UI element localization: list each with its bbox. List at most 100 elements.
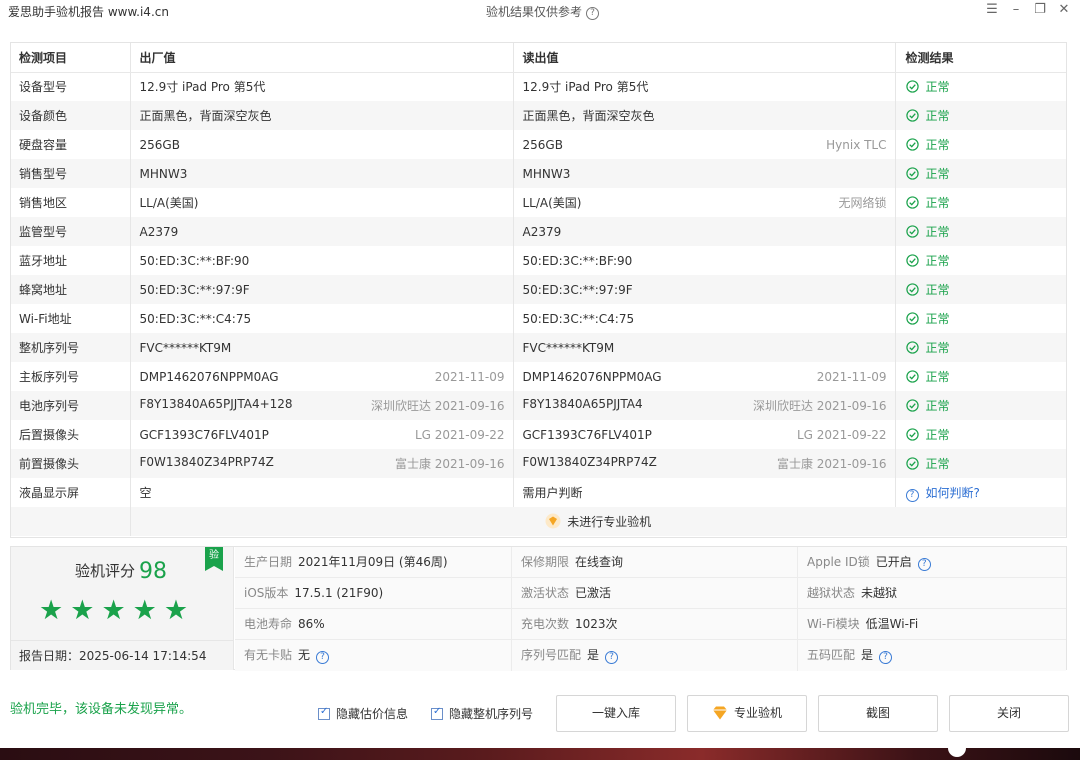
row-read: F0W13840Z34PRP74Z 富士康 2021-09-16	[513, 449, 896, 478]
pro-check-button[interactable]: 专业验机	[687, 695, 807, 732]
help-icon[interactable]: ?	[586, 7, 600, 20]
checkbox-checked-icon[interactable]	[318, 706, 330, 720]
row-read: GCF1393C76FLV401P LG 2021-09-22	[513, 420, 896, 449]
how-to-judge-link[interactable]: 如何判断?	[926, 486, 980, 500]
factory-value: A2379	[139, 224, 179, 239]
minimize-icon[interactable]: –	[1008, 2, 1024, 18]
info-value: 无	[298, 648, 311, 662]
header-item: 检测项目	[11, 43, 131, 73]
result-text: 正常	[925, 254, 950, 268]
read-note: LG 2021-09-22	[796, 427, 887, 442]
read-value: F8Y13840A65PJJTA4	[522, 397, 643, 411]
diamond-icon	[712, 706, 727, 720]
row-result: 正常	[895, 420, 1066, 449]
help-icon[interactable]: ?	[605, 651, 619, 664]
score-value: 98	[139, 559, 168, 584]
check-circle-icon	[905, 399, 919, 412]
read-value: A2379	[522, 224, 562, 239]
summary-panel: 验机评分 98 ★ ★ ★ ★ ★ 验 报告日期：2025-06-14 17:14:54 …	[10, 546, 1067, 671]
read-value: 50:ED:3C:**:BF:90	[522, 253, 633, 268]
factory-value: 空	[139, 486, 152, 500]
score-line: 验机评分 98	[75, 559, 167, 584]
read-value: 256GB	[522, 137, 563, 152]
factory-value: MHNW3	[139, 166, 188, 181]
inventory-button[interactable]: 一键入库	[556, 695, 676, 732]
menu-icon[interactable]: ☰	[984, 2, 1000, 18]
close-icon[interactable]: ✕	[1056, 2, 1072, 18]
row-read: 50:ED:3C:**:97:9F	[513, 275, 896, 304]
row-read: 12.9寸 iPad Pro 第5代	[513, 72, 896, 101]
info-label: 越狱状态	[807, 586, 856, 600]
check-circle-icon	[905, 370, 919, 383]
row-read: 需用户判断	[513, 478, 896, 507]
row-factory: 12.9寸 iPad Pro 第5代	[130, 72, 514, 101]
pro-check-text: 未进行专业验机	[567, 515, 652, 529]
question-icon[interactable]: ?	[905, 488, 919, 502]
row-result: 正常	[895, 275, 1066, 304]
check-circle-icon	[905, 109, 919, 122]
table-row: Wi-Fi地址 50:ED:3C:**:C4:75 50:ED:3C:**:C4…	[11, 304, 1066, 333]
close-button[interactable]: 关闭	[949, 695, 1069, 732]
read-value: 50:ED:3C:**:C4:75	[522, 311, 635, 326]
factory-value: 正面黑色，背面深空灰色	[139, 109, 272, 123]
row-read: A2379	[513, 217, 896, 246]
info-value: 已开启	[875, 555, 912, 569]
help-icon[interactable]: ?	[917, 558, 931, 571]
table-row: 整机序列号 FVC******KT9M FVC******KT9M 正常	[11, 333, 1066, 362]
row-result: 正常	[895, 246, 1066, 275]
row-factory: GCF1393C76FLV401P LG 2021-09-22	[130, 420, 514, 449]
result-text: 正常	[925, 399, 950, 413]
report-date: 报告日期：2025-06-14 17:14:54	[11, 640, 234, 670]
info-value: 是	[861, 648, 874, 662]
result-text: 正常	[925, 109, 950, 123]
factory-value: F0W13840Z34PRP74Z	[139, 455, 274, 469]
row-result: 正常	[895, 130, 1066, 159]
row-factory: 256GB	[130, 130, 514, 159]
help-icon[interactable]: ?	[879, 651, 893, 664]
row-result: 正常	[895, 72, 1066, 101]
info-cell: 激活状态 已激活	[512, 578, 798, 609]
title-bar: 爱思助手验机报告 www.i4.cn 验机结果仅供参考? ☰ – ❐ ✕	[0, 0, 1080, 22]
info-cell: Wi-Fi模块 低温Wi-Fi	[798, 609, 1066, 640]
info-label: 五码匹配	[807, 648, 856, 662]
result-text: 正常	[925, 167, 950, 181]
row-item: 液晶显示屏	[11, 478, 131, 507]
factory-value: F8Y13840A65PJJTA4+128	[139, 397, 293, 411]
hide-serial-checkbox[interactable]: 隐藏整机序列号	[431, 705, 533, 722]
table-row: 监管型号 A2379 A2379 正常	[11, 217, 1066, 246]
info-value: 17.5.1 (21F90)	[294, 586, 384, 600]
row-result: 正常	[895, 188, 1066, 217]
row-item: 设备型号	[11, 72, 131, 101]
help-icon[interactable]: ?	[316, 651, 330, 664]
result-text: 正常	[925, 225, 950, 239]
checkbox-checked-icon[interactable]	[431, 706, 443, 720]
info-value: 已激活	[575, 586, 612, 600]
table-row: 电池序列号 F8Y13840A65PJJTA4+128 深圳欣旺达 2021-09…	[11, 391, 1066, 420]
result-text: 正常	[925, 341, 950, 355]
pro-check-status: 未进行专业验机	[130, 507, 1066, 536]
factory-note: 富士康 2021-09-16	[394, 457, 505, 471]
check-table: 检测项目 出厂值 读出值 检测结果 设备型号 12.9寸 iPad Pro 第5…	[10, 42, 1067, 538]
result-message: 验机完毕，该设备未发现异常。	[10, 702, 193, 717]
table-body: 设备型号 12.9寸 iPad Pro 第5代 12.9寸 iPad Pro 第…	[11, 72, 1066, 507]
screenshot-button[interactable]: 截图	[818, 695, 938, 732]
info-cell: 序列号匹配是?	[512, 640, 798, 671]
read-value: LL/A(美国)	[522, 196, 582, 210]
check-circle-icon	[905, 341, 919, 354]
hide-price-checkbox[interactable]: 隐藏估价信息	[318, 705, 408, 722]
check-circle-icon	[905, 312, 919, 325]
row-item: 监管型号	[11, 217, 131, 246]
header-factory: 出厂值	[130, 43, 514, 73]
read-value: GCF1393C76FLV401P	[522, 427, 652, 442]
score-box: 验机评分 98 ★ ★ ★ ★ ★ 验	[11, 547, 234, 640]
row-read: LL/A(美国) 无网络锁	[513, 188, 896, 217]
info-label: 激活状态	[521, 586, 570, 600]
row-factory: 空	[130, 478, 514, 507]
info-value[interactable]: 在线查询	[575, 555, 623, 569]
restore-icon[interactable]: ❐	[1032, 2, 1048, 18]
row-item: 主板序列号	[11, 362, 131, 391]
read-value: 50:ED:3C:**:97:9F	[522, 282, 633, 297]
pro-check-spacer	[11, 507, 131, 536]
read-value: F0W13840Z34PRP74Z	[522, 455, 657, 469]
factory-value: 12.9寸 iPad Pro 第5代	[139, 80, 266, 95]
